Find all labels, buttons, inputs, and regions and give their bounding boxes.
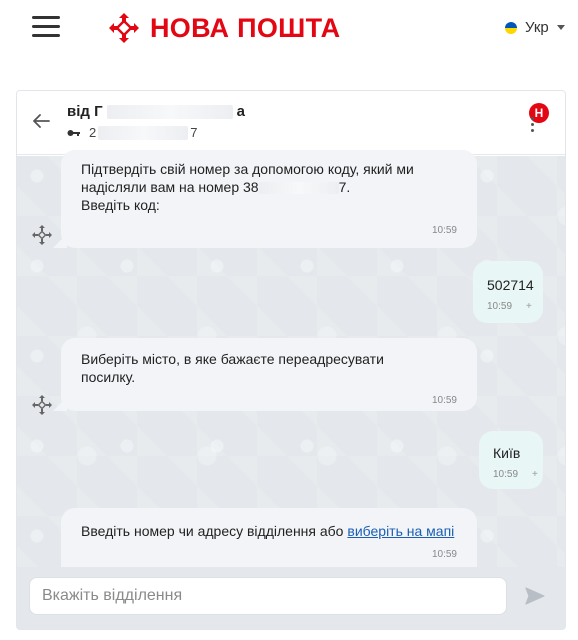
outgoing-message: Київ 10:59 + xyxy=(479,431,543,489)
message-time: 10:59 xyxy=(431,549,457,560)
status-icon: + xyxy=(532,469,538,480)
branch-input[interactable] xyxy=(42,587,494,605)
send-icon[interactable] xyxy=(525,587,545,605)
chat-card: від Га 27 Н Підтвердіть свій номер за до… xyxy=(16,90,566,630)
incoming-message: Виберіть місто, в яке бажаєте переадресу… xyxy=(61,338,477,411)
key-icon xyxy=(67,129,80,136)
tracking-number: 27 xyxy=(67,125,197,140)
bot-avatar-icon xyxy=(32,225,52,245)
message-text: Підтвердіть свій номер за допомогою коду… xyxy=(81,161,414,177)
status-icon: + xyxy=(526,301,532,312)
message-text: посилку. xyxy=(81,369,136,385)
menu-icon[interactable] xyxy=(32,16,60,40)
more-options-icon[interactable] xyxy=(529,115,535,135)
brand-logo[interactable]: НОВА ПОШТА xyxy=(108,12,340,44)
choose-on-map-link[interactable]: виберіть на мапі xyxy=(347,523,454,539)
outgoing-message: 502714 10:59 + xyxy=(473,261,543,323)
message-input-wrapper xyxy=(29,577,507,615)
message-time: 10:59 xyxy=(487,301,513,312)
language-selector[interactable]: Укр xyxy=(505,19,565,36)
message-text: Київ xyxy=(493,445,521,461)
message-text: Введіть код: xyxy=(81,197,160,213)
message-meta: 10:59 + xyxy=(487,301,532,312)
message-text: Виберіть місто, в яке бажаєте переадресу… xyxy=(81,351,384,367)
redacted-text xyxy=(98,125,189,140)
message-text: Введіть номер чи адресу відділення або в… xyxy=(81,523,455,539)
language-label: Укр xyxy=(525,19,549,36)
message-time: 10:59 xyxy=(431,225,457,236)
sender-name: від Га xyxy=(67,103,245,120)
redacted-text xyxy=(258,182,339,195)
message-text: 502714 xyxy=(487,277,534,293)
message-time: 10:59 xyxy=(431,395,457,406)
back-arrow-icon[interactable] xyxy=(31,111,51,131)
chevron-down-icon xyxy=(556,25,565,30)
redacted-text xyxy=(106,105,233,120)
message-text: надісляли вам на номер 38 7. xyxy=(81,179,351,195)
top-bar: НОВА ПОШТА Укр xyxy=(0,0,578,60)
nova-poshta-logo-icon xyxy=(109,13,139,43)
brand-name: НОВА ПОШТА xyxy=(150,12,341,43)
chat-messages[interactable]: Підтвердіть свій номер за допомогою коду… xyxy=(17,150,565,629)
incoming-message: Підтвердіть свій номер за допомогою коду… xyxy=(61,150,477,248)
chat-header: від Га 27 Н xyxy=(17,91,565,155)
message-time: 10:59 xyxy=(493,469,519,480)
message-meta: 10:59 + xyxy=(493,469,538,480)
ukraine-flag-icon xyxy=(505,21,517,34)
bot-avatar-icon xyxy=(32,395,52,415)
